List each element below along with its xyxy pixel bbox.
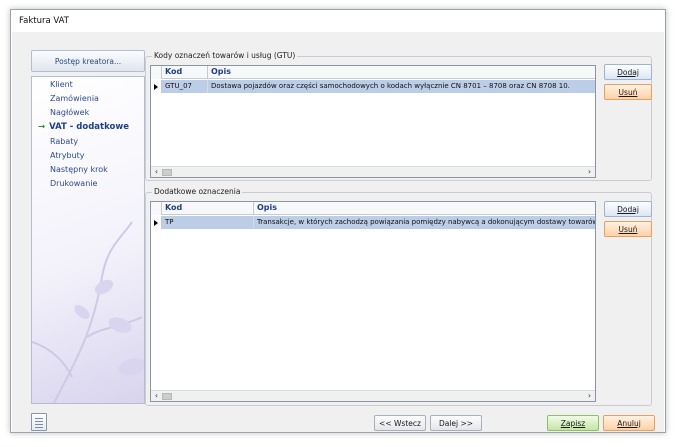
extra-markings-group-title: Dodatkowe oznaczenia	[152, 187, 243, 196]
gtu-table[interactable]: Kod Opis GTU_07 Dostawa pojazdów oraz cz…	[150, 65, 596, 178]
wizard-step-naglowek[interactable]: Nagłówek	[50, 108, 89, 117]
dialog-window: Faktura VAT Postęp kreatora... Klient Za…	[10, 9, 666, 433]
wizard-progress-button[interactable]: Postęp kreatora...	[31, 50, 145, 72]
table-row[interactable]: TP Transakcje, w których zachodzą powiąz…	[151, 216, 595, 229]
active-step-arrow-icon: →	[38, 122, 46, 132]
save-button[interactable]: Zapisz	[547, 415, 599, 431]
wizard-step-label: VAT - dodatkowe	[49, 122, 129, 132]
save-label: Zapisz	[560, 418, 586, 428]
extra-markings-table[interactable]: Kod Opis TP Transakcje, w których zachod…	[150, 201, 596, 402]
next-button[interactable]: Dalej >>	[430, 415, 482, 431]
gtu-remove-label: Usuń	[618, 87, 638, 97]
wizard-step-atrybuty[interactable]: Atrybuty	[50, 151, 85, 160]
extra-add-button[interactable]: Dodaj	[604, 201, 652, 217]
document-icon[interactable]	[31, 413, 47, 431]
scroll-thumb[interactable]	[162, 169, 172, 176]
column-header-opis[interactable]: Opis	[254, 202, 595, 215]
cell-opis[interactable]: Dostawa pojazdów oraz części samochodowy…	[208, 80, 595, 93]
current-row-pointer-icon	[154, 83, 158, 90]
gtu-group-title: Kody oznaczeń towarów i usług (GTU)	[152, 51, 298, 60]
extra-markings-group: Dodatkowe oznaczenia Kod Opis TP Transak…	[145, 187, 652, 406]
cancel-button[interactable]: Anuluj	[603, 415, 655, 431]
row-indicator-header	[151, 66, 162, 79]
back-button[interactable]: << Wstecz	[374, 415, 426, 431]
wizard-step-zamowienia[interactable]: Zamówienia	[50, 94, 99, 103]
column-header-opis[interactable]: Opis	[208, 66, 595, 79]
scroll-right-icon[interactable]: ›	[584, 167, 595, 177]
scroll-thumb[interactable]	[162, 393, 172, 400]
gtu-add-label: Dodaj	[617, 67, 639, 77]
row-indicator	[151, 216, 162, 229]
scroll-left-icon[interactable]: ‹	[151, 167, 162, 177]
gtu-group: Kody oznaczeń towarów i usług (GTU) Kod …	[145, 51, 652, 181]
gtu-add-button[interactable]: Dodaj	[604, 64, 652, 80]
column-header-kod[interactable]: Kod	[162, 202, 254, 215]
wizard-step-klient[interactable]: Klient	[50, 80, 73, 89]
wizard-step-drukowanie[interactable]: Drukowanie	[50, 179, 97, 188]
extra-remove-label: Usuń	[618, 224, 638, 234]
wizard-step-nastepny-krok[interactable]: Następny krok	[50, 165, 108, 174]
cancel-label: Anuluj	[617, 418, 641, 428]
column-header-kod[interactable]: Kod	[162, 66, 208, 79]
wizard-step-vat-dodatkowe[interactable]: → VAT - dodatkowe	[38, 122, 129, 132]
gtu-table-header: Kod Opis	[151, 66, 595, 79]
row-indicator-header	[151, 202, 162, 215]
row-indicator	[151, 80, 162, 93]
window-title: Faktura VAT	[19, 16, 69, 26]
horizontal-scrollbar[interactable]: ‹ ›	[151, 390, 595, 401]
extra-remove-button[interactable]: Usuń	[604, 221, 652, 237]
gtu-remove-button[interactable]: Usuń	[604, 84, 652, 100]
wizard-steps-panel: Klient Zamówienia Nagłówek → VAT - dodatk…	[31, 76, 145, 404]
cell-kod[interactable]: GTU_07	[162, 80, 208, 93]
table-row[interactable]: GTU_07 Dostawa pojazdów oraz części samo…	[151, 80, 595, 93]
dialog-body: Postęp kreatora... Klient Zamówienia Nag…	[12, 32, 664, 432]
extra-add-label: Dodaj	[617, 204, 639, 214]
horizontal-scrollbar[interactable]: ‹ ›	[151, 166, 595, 177]
scroll-right-icon[interactable]: ›	[584, 391, 595, 401]
decorative-branch-icon	[32, 221, 144, 403]
cell-kod[interactable]: TP	[162, 216, 254, 229]
current-row-pointer-icon	[154, 219, 158, 226]
scroll-left-icon[interactable]: ‹	[151, 391, 162, 401]
extra-table-header: Kod Opis	[151, 202, 595, 215]
wizard-step-rabaty[interactable]: Rabaty	[50, 137, 78, 146]
cell-opis[interactable]: Transakcje, w których zachodzą powiązani…	[254, 216, 595, 229]
